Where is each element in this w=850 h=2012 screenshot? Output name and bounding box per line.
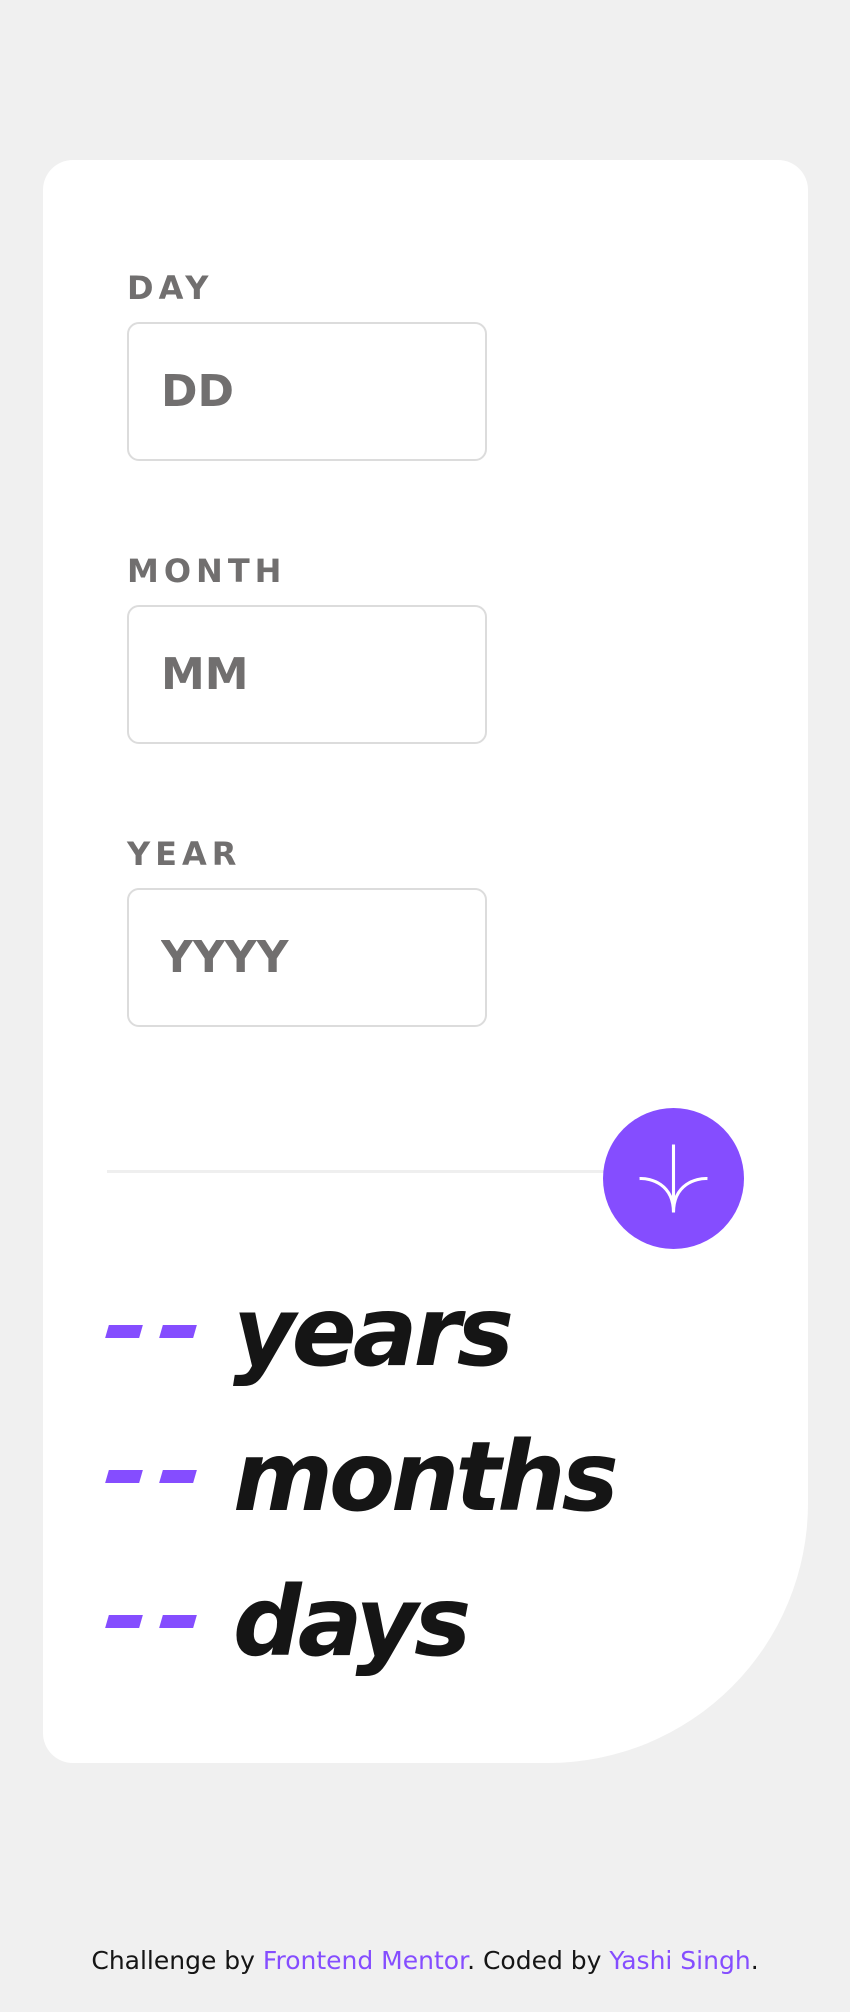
dash — [159, 1469, 197, 1483]
arrow-down-icon — [639, 1144, 708, 1213]
footer-prefix: Challenge by — [91, 1946, 263, 1975]
footer-middle: . Coded by — [467, 1946, 610, 1975]
day-input[interactable] — [127, 322, 487, 461]
footer-suffix: . — [750, 1946, 759, 1975]
year-label: YEAR — [127, 835, 242, 873]
months-value — [105, 1468, 215, 1487]
days-unit: days — [233, 1566, 471, 1678]
months-unit: months — [233, 1421, 619, 1533]
submit-button[interactable] — [603, 1108, 744, 1249]
dash — [105, 1614, 143, 1628]
days-value — [105, 1613, 215, 1632]
day-field: DAY — [127, 268, 487, 461]
divider — [107, 1170, 667, 1173]
dash — [159, 1324, 197, 1338]
frontend-mentor-link[interactable]: Frontend Mentor — [263, 1946, 467, 1975]
dash — [159, 1614, 197, 1628]
dash — [105, 1324, 143, 1338]
attribution-footer: Challenge by Frontend Mentor. Coded by Y… — [0, 1946, 850, 1975]
age-calculator-card: DAY MONTH YEAR years months days — [43, 160, 808, 1763]
author-link[interactable]: Yashi Singh — [609, 1946, 750, 1975]
day-label: DAY — [127, 269, 214, 307]
years-unit: years — [233, 1276, 514, 1388]
days-result: days — [105, 1566, 471, 1678]
month-input[interactable] — [127, 605, 487, 744]
months-result: months — [105, 1421, 619, 1533]
month-label: MONTH — [127, 552, 287, 590]
month-field: MONTH — [127, 551, 487, 744]
years-value — [105, 1323, 215, 1342]
year-field: YEAR — [127, 834, 487, 1027]
year-input[interactable] — [127, 888, 487, 1027]
dash — [105, 1469, 143, 1483]
years-result: years — [105, 1276, 514, 1388]
